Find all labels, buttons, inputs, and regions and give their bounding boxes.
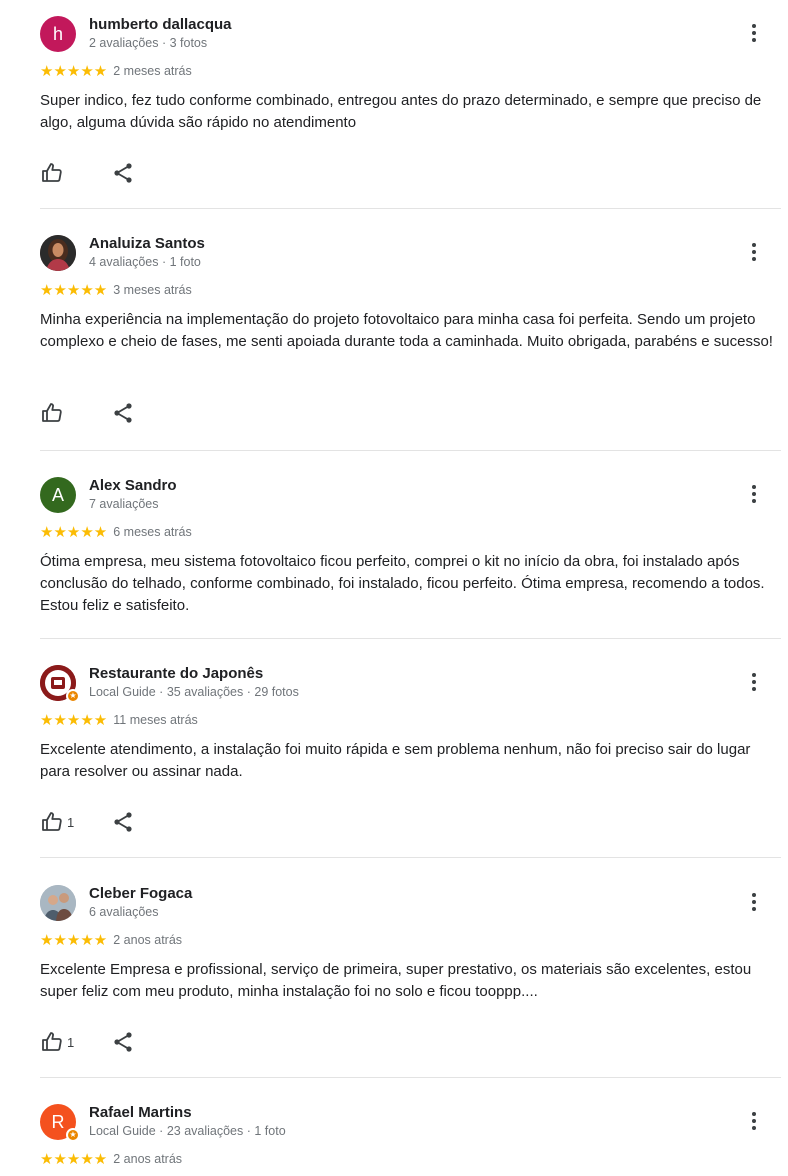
share-icon[interactable] — [111, 1030, 135, 1054]
reviewer-meta: 4 avaliações · 1 foto — [89, 255, 201, 269]
reviewer-meta: 7 avaliações — [89, 497, 159, 511]
avatar[interactable] — [40, 885, 76, 921]
reviewer-meta: Local Guide · 35 avaliações · 29 fotos — [89, 685, 299, 699]
share-icon[interactable] — [111, 401, 135, 425]
thumb-up-icon — [42, 403, 62, 422]
avatar[interactable] — [40, 235, 76, 271]
review-time: 11 meses atrás — [113, 713, 198, 727]
more-options-button[interactable] — [749, 1112, 759, 1134]
reviewer-meta: 2 avaliações · 3 fotos — [89, 36, 208, 50]
reviewer-name[interactable]: Restaurante do Japonês — [89, 665, 263, 682]
share-icon[interactable] — [111, 810, 135, 834]
thumb-up-icon — [42, 163, 62, 182]
review-time: 2 anos atrás — [113, 933, 183, 947]
review-card: Restaurante do Japonês Local Guide · 35 … — [40, 665, 781, 845]
reviewer-name[interactable]: Alex Sandro — [89, 477, 177, 494]
avatar[interactable]: h — [40, 16, 76, 52]
divider — [40, 857, 781, 858]
reviewer-name[interactable]: Rafael Martins — [89, 1104, 192, 1121]
like-button[interactable] — [40, 401, 67, 425]
avatar[interactable]: A — [40, 477, 76, 513]
star-rating: ★★★★★ — [40, 63, 108, 80]
star-rating: ★★★★★ — [40, 712, 108, 729]
reviewer-meta: 6 avaliações — [89, 905, 159, 919]
profile-photo — [40, 885, 76, 921]
rating-row: ★★★★★ 6 meses atrás — [40, 523, 192, 541]
rating-row: ★★★★★ 3 meses atrás — [40, 281, 192, 299]
rating-row: ★★★★★ 2 meses atrás — [40, 62, 192, 80]
review-text: Super indico, fez tudo conforme combinad… — [40, 92, 762, 131]
star-rating: ★★★★★ — [40, 1151, 108, 1168]
star-rating: ★★★★★ — [40, 524, 108, 541]
review-card: Cleber Fogaca 6 avaliações ★★★★★ 2 anos a… — [40, 885, 781, 1065]
divider — [40, 208, 781, 209]
reviewer-name[interactable]: Cleber Fogaca — [89, 885, 192, 902]
star-rating: ★★★★★ — [40, 282, 108, 299]
more-options-button[interactable] — [749, 893, 759, 915]
review-card: Analuiza Santos 4 avaliações · 1 foto ★★… — [40, 235, 781, 435]
avatar[interactable]: R — [40, 1104, 80, 1142]
review-time: 2 meses atrás — [113, 64, 192, 78]
rating-row: ★★★★★ 2 anos atrás — [40, 1150, 183, 1168]
review-text: Ótima empresa, meu sistema fotovoltaico … — [40, 553, 765, 614]
divider — [40, 1077, 781, 1078]
like-button[interactable] — [40, 161, 67, 185]
more-options-button[interactable] — [749, 673, 759, 695]
like-button[interactable]: 1 — [40, 1030, 74, 1054]
more-options-button[interactable] — [749, 485, 759, 507]
more-options-button[interactable] — [749, 24, 759, 46]
review-text: Excelente atendimento, a instalação foi … — [40, 741, 751, 780]
review-card: h humberto dallacqua 2 avaliações · 3 fo… — [40, 16, 781, 196]
profile-photo — [40, 235, 76, 271]
rating-row: ★★★★★ 11 meses atrás — [40, 711, 198, 729]
review-time: 6 meses atrás — [113, 525, 192, 539]
review-time: 2 anos atrás — [113, 1152, 183, 1166]
avatar-letter: R — [51, 1112, 65, 1132]
divider — [40, 450, 781, 451]
thumb-up-icon — [42, 812, 62, 831]
review-card: A Alex Sandro 7 avaliações ★★★★★ 6 meses … — [40, 477, 781, 627]
review-time: 3 meses atrás — [113, 283, 192, 297]
thumb-up-icon — [42, 1032, 62, 1051]
review-card: R Rafael Martins Local Guide · 23 avalia… — [40, 1104, 781, 1174]
star-rating: ★★★★★ — [40, 932, 108, 949]
local-guide-badge — [66, 689, 80, 703]
rating-row: ★★★★★ 2 anos atrás — [40, 931, 183, 949]
review-text: Minha experiência na implementação do pr… — [40, 311, 773, 350]
like-count: 1 — [67, 1034, 75, 1050]
reviewer-name[interactable]: humberto dallacqua — [89, 16, 232, 33]
like-button[interactable]: 1 — [40, 810, 74, 834]
reviewer-name[interactable]: Analuiza Santos — [89, 235, 205, 252]
like-count: 1 — [67, 814, 75, 830]
review-text: Excelente Empresa e profissional, serviç… — [40, 961, 752, 1000]
reviewer-meta: Local Guide · 23 avaliações · 1 foto — [89, 1124, 286, 1138]
avatar[interactable] — [40, 665, 80, 703]
divider — [40, 638, 781, 639]
local-guide-badge — [66, 1128, 80, 1142]
share-icon[interactable] — [111, 161, 135, 185]
more-options-button[interactable] — [749, 243, 759, 265]
